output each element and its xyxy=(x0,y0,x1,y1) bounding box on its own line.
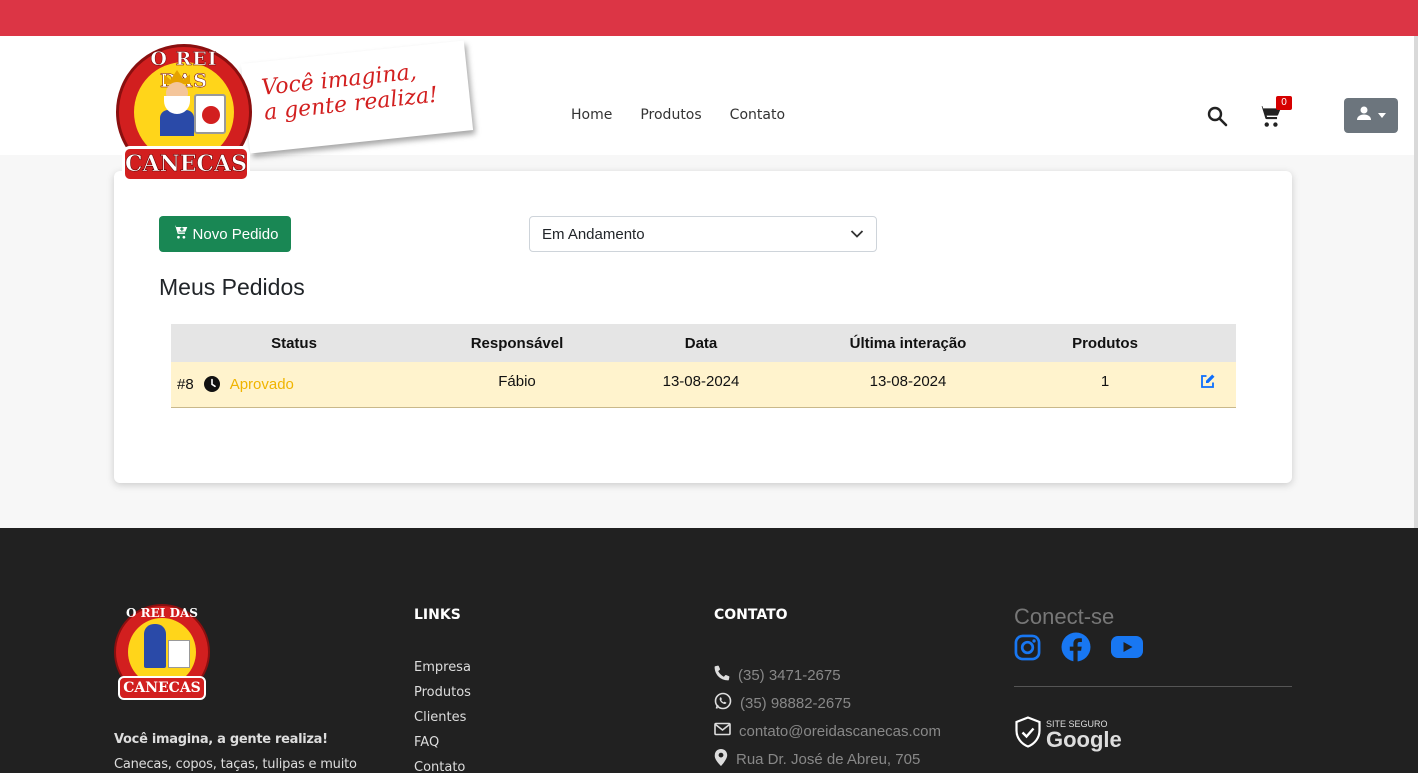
footer-slogan: Você imagina, a gente realiza! xyxy=(114,732,328,747)
user-icon xyxy=(1356,105,1372,126)
king-mascot xyxy=(160,70,194,136)
order-id: #8 xyxy=(177,376,194,393)
map-pin-icon xyxy=(714,748,728,770)
footer-link-produtos[interactable]: Produtos xyxy=(414,685,471,710)
order-ultima-interacao: 13-08-2024 xyxy=(869,373,947,390)
nav-home[interactable]: Home xyxy=(571,107,612,123)
envelope-icon xyxy=(714,722,731,740)
col-data: Data xyxy=(684,334,718,352)
status-filter-value: Em Andamento xyxy=(542,225,645,243)
footer-link-clientes[interactable]: Clientes xyxy=(414,710,471,735)
order-produtos: 1 xyxy=(1100,373,1110,390)
top-bar xyxy=(0,0,1418,36)
user-menu-button[interactable] xyxy=(1344,98,1398,133)
order-status-cell: #8 Aprovado xyxy=(171,362,417,407)
google-safe-site-badge[interactable]: SITE SEGURO Google xyxy=(1014,716,1122,753)
col-ultima-interacao: Última interação xyxy=(849,334,967,352)
safe-site-brand: Google xyxy=(1046,726,1122,752)
chevron-down-icon xyxy=(1378,113,1386,118)
col-produtos: Produtos xyxy=(1072,334,1138,352)
mug-illustration xyxy=(194,94,226,134)
whatsapp-icon xyxy=(714,692,732,714)
footer-contact-title: CONTATO xyxy=(714,607,788,623)
nav-produtos[interactable]: Produtos xyxy=(640,107,701,123)
contact-address-text: Rua Dr. José de Abreu, 705 xyxy=(736,750,921,768)
contact-email-text: contato@oreidascanecas.com xyxy=(739,722,942,740)
footer-description: Canecas, copos, taças, tulipas e muito xyxy=(114,757,357,772)
site-logo[interactable]: O REI DAS CANECAS xyxy=(116,44,256,188)
table-row[interactable]: #8 Aprovado Fábio 13-08-2024 13-08-2024 … xyxy=(171,362,1236,408)
safe-site-text: SITE SEGURO Google xyxy=(1046,719,1122,751)
phone-icon xyxy=(714,665,730,685)
instagram-icon[interactable] xyxy=(1014,634,1041,666)
edit-icon xyxy=(1200,373,1216,407)
new-order-label: Novo Pedido xyxy=(192,225,279,243)
orders-table: Status Responsável Data Última interação… xyxy=(171,324,1236,408)
footer-social-title: Conect-se xyxy=(1014,604,1115,629)
footer-links-title: LINKS xyxy=(414,607,461,623)
footer-link-faq[interactable]: FAQ xyxy=(414,735,471,760)
clock-icon xyxy=(203,376,220,396)
contact-address[interactable]: Rua Dr. José de Abreu, 705 xyxy=(714,745,941,773)
contact-whatsapp-text: (35) 98882-2675 xyxy=(740,694,851,712)
footer-logo-top-text: O REI DAS xyxy=(126,606,198,620)
footer-logo-bottom-text: CANECAS xyxy=(118,676,206,700)
footer-divider xyxy=(1014,686,1292,687)
contact-phone[interactable]: (35) 3471-2675 xyxy=(714,661,941,689)
footer-link-empresa[interactable]: Empresa xyxy=(414,660,471,685)
footer-link-contato[interactable]: Contato xyxy=(414,760,471,773)
footer-logo[interactable]: O REI DAS CANECAS xyxy=(114,604,212,702)
edit-order-button[interactable] xyxy=(1179,362,1236,407)
table-header: Status Responsável Data Última interação… xyxy=(171,324,1236,362)
logo-bottom-text: CANECAS xyxy=(122,146,250,182)
contact-phone-text: (35) 3471-2675 xyxy=(738,666,841,684)
order-responsavel: Fábio xyxy=(498,373,536,390)
col-status: Status xyxy=(271,334,317,352)
orders-card: Novo Pedido Em Andamento Meus Pedidos St… xyxy=(114,171,1292,483)
order-data: 13-08-2024 xyxy=(662,373,740,390)
cart-plus-icon xyxy=(172,225,189,244)
new-order-button[interactable]: Novo Pedido xyxy=(159,216,291,252)
youtube-icon[interactable] xyxy=(1111,635,1143,664)
page-title: Meus Pedidos xyxy=(159,274,305,300)
contact-whatsapp[interactable]: (35) 98882-2675 xyxy=(714,689,941,717)
main-nav: Home Produtos Contato xyxy=(571,107,785,123)
footer-contact: (35) 3471-2675 (35) 98882-2675 contato@o… xyxy=(714,661,941,773)
contact-email[interactable]: contato@oreidascanecas.com xyxy=(714,717,941,745)
footer-social-links xyxy=(1014,632,1143,667)
site-footer: O REI DAS CANECAS Você imagina, a gente … xyxy=(0,528,1418,773)
facebook-icon[interactable] xyxy=(1061,632,1091,667)
shield-check-icon xyxy=(1014,716,1042,753)
status-filter-select[interactable]: Em Andamento xyxy=(529,216,877,252)
col-responsavel: Responsável xyxy=(470,334,564,352)
cart-count-badge: 0 xyxy=(1276,96,1292,110)
order-status: Aprovado xyxy=(229,376,294,393)
chevron-down-icon xyxy=(850,226,864,243)
search-icon[interactable] xyxy=(1205,104,1229,128)
footer-links: Empresa Produtos Clientes FAQ Contato xyxy=(414,660,471,773)
nav-contato[interactable]: Contato xyxy=(730,107,785,123)
